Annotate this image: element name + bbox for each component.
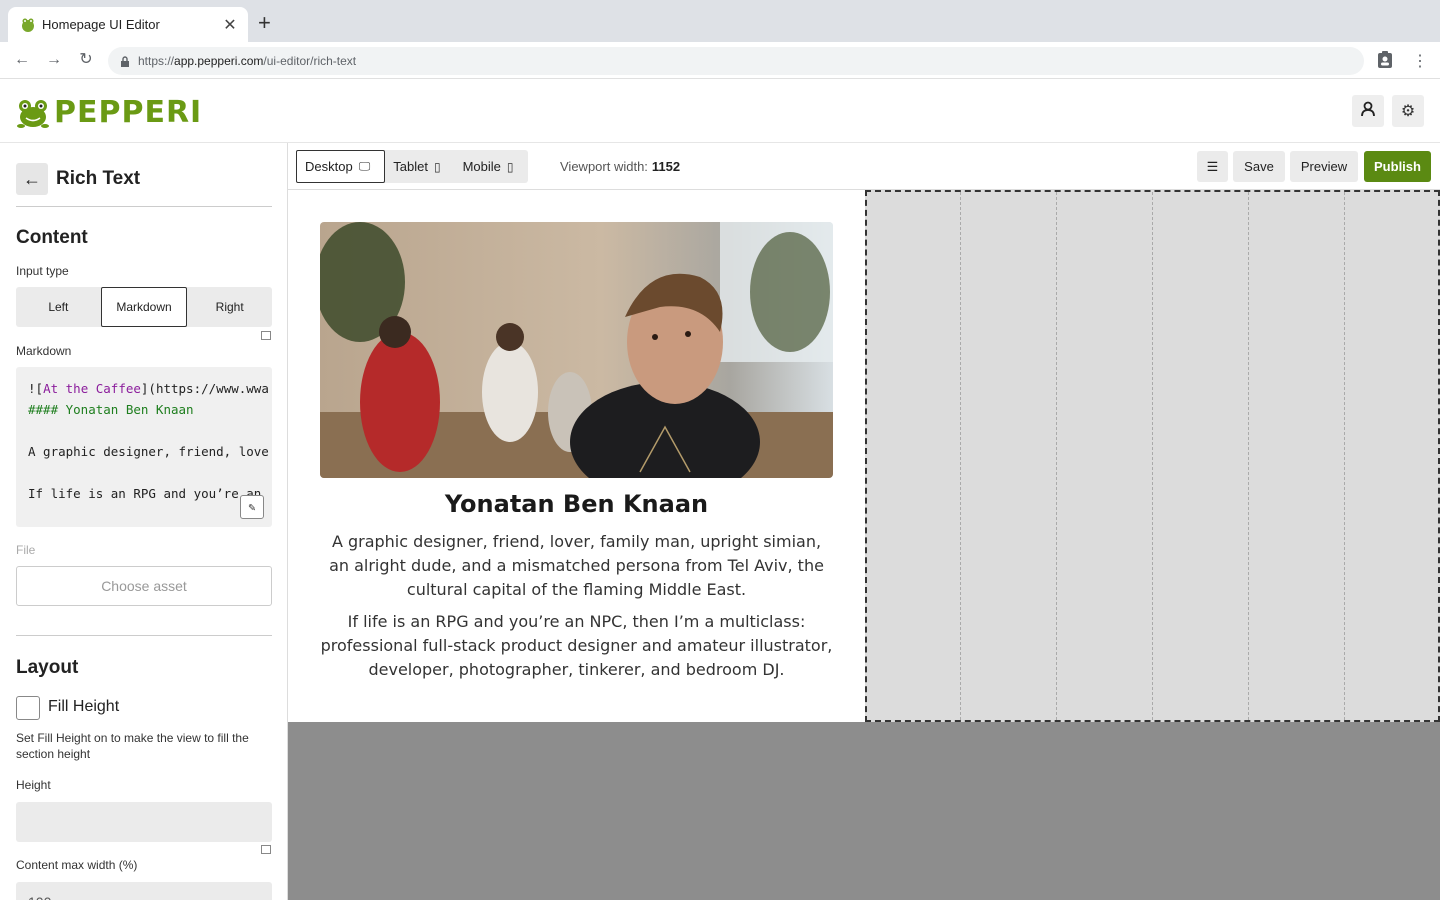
bio-paragraph-1: A graphic designer, friend, lover, famil…: [329, 532, 824, 599]
fill-height-label[interactable]: Fill Height: [48, 698, 119, 716]
desktop-icon: 🖵: [358, 159, 371, 173]
markdown-line: [16, 462, 272, 483]
url-scheme: https://: [138, 54, 175, 68]
frog-favicon-icon: [20, 17, 36, 33]
tablet-icon: ▯: [433, 159, 441, 174]
device-mobile[interactable]: Mobile ▯: [455, 150, 528, 183]
frog-logo-icon: [16, 98, 50, 128]
device-desktop[interactable]: Desktop 🖵: [296, 150, 386, 183]
settings-button[interactable]: ⚙: [1392, 95, 1424, 127]
input-type-label: Input type: [16, 264, 69, 278]
section-divider: [16, 635, 272, 636]
grid-guide: [1344, 192, 1345, 720]
markdown-line: #### Yonatan Ben Knaan: [28, 402, 194, 417]
rich-text-block[interactable]: Yonatan Ben Knaan A graphic designer, fr…: [288, 190, 865, 722]
empty-column-dropzone[interactable]: [865, 190, 1440, 722]
tab-title: Homepage UI Editor: [42, 17, 160, 32]
duplicate-icon[interactable]: [261, 845, 271, 854]
preview-button[interactable]: Preview: [1290, 151, 1358, 182]
page-section[interactable]: Yonatan Ben Knaan A graphic designer, fr…: [288, 190, 1440, 722]
canvas-toolbar: Desktop 🖵 Tablet ▯ Mobile ▯ Viewport width:…: [288, 143, 1440, 190]
profile-badge-icon[interactable]: [1377, 51, 1393, 74]
input-type-markdown[interactable]: Markdown: [100, 287, 188, 327]
edit-pencil-icon[interactable]: ✎: [240, 495, 264, 519]
publish-button[interactable]: Publish: [1364, 151, 1431, 182]
url-host: app.pepperi.com: [174, 54, 264, 68]
max-width-label: Content max width (%): [16, 858, 138, 872]
profile-name: Yonatan Ben Knaan: [444, 490, 709, 518]
user-button[interactable]: [1352, 95, 1384, 127]
save-button[interactable]: Save: [1233, 151, 1285, 182]
browser-tabstrip: Homepage UI Editor ✕ +: [0, 0, 1440, 42]
bio-paragraph-2: If life is an RPG and you’re an NPC, the…: [320, 612, 833, 679]
markdown-line: [16, 420, 272, 441]
browser-menu-icon[interactable]: ⋮: [1412, 51, 1428, 71]
layout-heading: Layout: [16, 657, 79, 678]
hamburger-icon: ☰: [1206, 158, 1219, 174]
device-selector: Desktop 🖵 Tablet ▯ Mobile ▯: [296, 150, 528, 183]
markdown-line: If life is an RPG and you’re an: [28, 486, 262, 501]
browser-toolbar: ← → ↻ https://app.pepperi.com/ui-editor/…: [0, 42, 1440, 79]
input-type-selector: Left Markdown Right: [16, 287, 272, 327]
max-width-input[interactable]: 100: [16, 882, 272, 900]
reload-icon[interactable]: ↻: [76, 50, 96, 70]
panel-header: ← Rich Text: [16, 163, 272, 207]
grid-guide: [1248, 192, 1249, 720]
input-type-right[interactable]: Right: [187, 287, 272, 327]
grid-guide: [1056, 192, 1057, 720]
address-bar[interactable]: https://app.pepperi.com/ui-editor/rich-t…: [108, 47, 1364, 75]
grid-guide: [960, 192, 961, 720]
app-header: PEPPERI ⚙: [0, 79, 1440, 143]
user-icon: [1361, 101, 1375, 122]
fill-height-checkbox[interactable]: [16, 696, 40, 720]
url-path: /ui-editor/rich-text: [263, 54, 357, 68]
markdown-line: A graphic designer, friend, love: [28, 444, 269, 459]
input-type-left[interactable]: Left: [16, 287, 101, 327]
back-arrow-icon[interactable]: ←: [12, 50, 32, 70]
back-button[interactable]: ←: [16, 163, 48, 195]
lock-icon: [120, 56, 130, 67]
markdown-editor[interactable]: ![At the Caffee](https://www.wwa #### Yo…: [16, 367, 272, 527]
choose-asset-button[interactable]: Choose asset: [16, 566, 272, 606]
device-tablet[interactable]: Tablet ▯: [385, 150, 454, 183]
editor-panel: ← Rich Text Content Input type Left Mark…: [0, 143, 288, 900]
menu-button[interactable]: ☰: [1197, 151, 1228, 182]
mobile-icon: ▯: [506, 159, 514, 174]
grid-guide: [1152, 192, 1153, 720]
gear-icon: ⚙: [1400, 103, 1416, 120]
tab-close-icon[interactable]: ✕: [222, 15, 238, 35]
content-heading: Content: [16, 227, 88, 248]
file-label: File: [16, 543, 36, 557]
browser-tab[interactable]: Homepage UI Editor ✕: [8, 7, 248, 42]
duplicate-icon[interactable]: [261, 331, 271, 340]
brand-name: PEPPERI: [54, 95, 203, 130]
height-label: Height: [16, 778, 51, 792]
panel-title: Rich Text: [56, 168, 141, 189]
new-tab-icon[interactable]: +: [258, 12, 271, 34]
viewport-width: Viewport width: 1152: [560, 159, 681, 174]
cafe-photo: [320, 222, 833, 478]
markdown-label: Markdown: [16, 344, 72, 358]
forward-arrow-icon[interactable]: →: [44, 50, 64, 70]
fill-height-hint: Set Fill Height on to make the view to f…: [16, 731, 249, 761]
height-input[interactable]: [16, 802, 272, 842]
pepperi-logo[interactable]: PEPPERI: [16, 95, 202, 130]
markdown-line: ![At the Caffee](https://www.wwa: [28, 381, 269, 396]
back-arrow-icon: ←: [23, 168, 41, 189]
